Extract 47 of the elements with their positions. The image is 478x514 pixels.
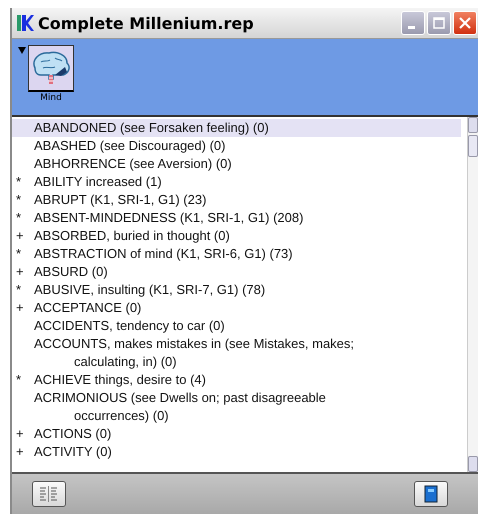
marker: *: [16, 281, 22, 299]
list-item[interactable]: ACCOUNTS, makes mistakes in (see Mistakes, makes; calculating, in) (0): [12, 335, 461, 371]
shelf-label: Mind: [40, 92, 62, 104]
item-text: ABILITY increased (1): [34, 173, 163, 191]
item-text: ABHORRENCE (see Aversion) (0): [34, 155, 233, 173]
window-title: Complete Millenium.rep: [38, 14, 255, 32]
marker: +: [16, 425, 25, 443]
item-text: ABSENT-MINDEDNESS (K1, SRI-1, G1) (208): [34, 209, 304, 227]
marker: *: [16, 245, 22, 263]
list-item[interactable]: + ACTIONS (0): [12, 425, 461, 443]
item-text: ACRIMONIOUS (see Dwells on; past disagreeable occurrences) (0): [34, 389, 327, 425]
list-item[interactable]: + ACCEPTANCE (0): [12, 299, 461, 317]
list-item[interactable]: + ABSORBED, buried in thought (0): [12, 227, 461, 245]
marker: *: [16, 173, 22, 191]
marker: +: [16, 263, 25, 281]
marker: *: [16, 371, 22, 389]
list-item[interactable]: * ABRUPT (K1, SRI-1, G1) (23): [12, 191, 461, 209]
list-item[interactable]: * ACHIEVE things, desire to (4): [12, 371, 461, 389]
item-text: ABSORBED, buried in thought (0): [34, 227, 231, 245]
marker: +: [16, 227, 25, 245]
item-text: ACTIONS (0): [34, 425, 112, 443]
list-item[interactable]: ABHORRENCE (see Aversion) (0): [12, 155, 461, 173]
item-text: ABRUPT (K1, SRI-1, G1) (23): [34, 191, 208, 209]
list-item[interactable]: ABASHED (see Discouraged) (0): [12, 137, 461, 155]
marker: *: [16, 191, 22, 209]
item-text: ACCEPTANCE (0): [34, 299, 142, 317]
item-text: ABSTRACTION of mind (K1, SRI-6, G1) (73): [34, 245, 294, 263]
item-text: ACCIDENTS, tendency to car (0): [34, 317, 226, 335]
list-item[interactable]: + ABSURD (0): [12, 263, 461, 281]
marker: +: [16, 299, 25, 317]
marker: *: [16, 209, 22, 227]
list-item[interactable]: * ABSENT-MINDEDNESS (K1, SRI-1, G1) (208): [12, 209, 461, 227]
list-item[interactable]: ABANDONED (see Forsaken feeling) (0): [12, 119, 461, 137]
item-text: ACCOUNTS, makes mistakes in (see Mistakes, makes; calculating, in) (0): [34, 335, 356, 371]
item-text: ABUSIVE, insulting (K1, SRI-7, G1) (78): [34, 281, 266, 299]
item-text: ACHIEVE things, desire to (4): [34, 371, 207, 389]
item-text: ACTIVITY (0): [34, 443, 113, 461]
list-item[interactable]: + ACTIVITY (0): [12, 443, 461, 461]
list-item[interactable]: * ABSTRACTION of mind (K1, SRI-6, G1) (73): [12, 245, 461, 263]
item-text: ABANDONED (see Forsaken feeling) (0): [34, 119, 270, 137]
list-item[interactable]: ACRIMONIOUS (see Dwells on; past disagreeable occurrences) (0): [12, 389, 461, 425]
item-text: ABASHED (see Discouraged) (0): [34, 137, 226, 155]
item-text: ABSURD (0): [34, 263, 109, 281]
list-item[interactable]: ACCIDENTS, tendency to car (0): [12, 317, 461, 335]
marker: +: [16, 443, 25, 461]
list-item[interactable]: * ABILITY increased (1): [12, 173, 461, 191]
list-item[interactable]: * ABUSIVE, insulting (K1, SRI-7, G1) (78): [12, 281, 461, 299]
